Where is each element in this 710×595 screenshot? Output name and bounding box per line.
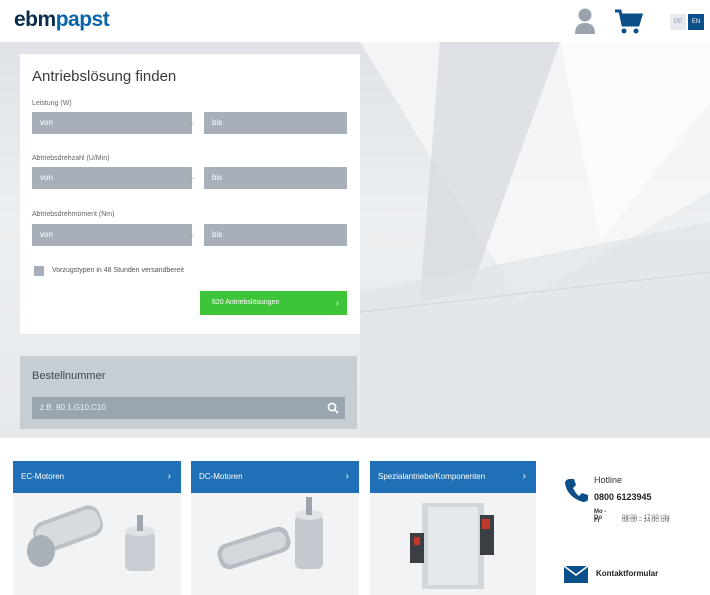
search-icon[interactable] [327,402,339,414]
logo-part2: papst [55,8,110,31]
power-from-input[interactable]: von [32,112,192,134]
tile-dc-motors[interactable]: DC-Motoren › [191,461,359,595]
chevron-right-icon: › [522,471,526,482]
tile-header[interactable]: EC-Motoren › [13,461,181,493]
order-number-panel: Bestellnummer z.B. 90.1.G10.C10 [20,356,357,429]
range-dash: – [190,232,194,239]
order-number-title: Bestellnummer [32,370,106,382]
range-dash: – [190,175,194,182]
result-button-label: 620 Antriebslösungen [212,299,280,306]
lang-en-button[interactable]: EN [688,14,704,30]
dc-motor-image [217,497,323,570]
hours-row: Fr 08:00 – 14:00 Uhr [594,518,670,524]
logo-part1: ebm [14,8,56,31]
speed-to-input[interactable]: bis [204,167,347,189]
show-results-button[interactable]: 620 Antriebslösungen › [200,291,347,315]
tile-label: Spezialantriebe/Komponenten [378,472,486,481]
speed-label: Abtriebsdrehzahl (U/Min) [32,155,110,162]
chevron-right-icon: › [167,471,171,482]
preferred-types-checkbox[interactable] [34,266,44,276]
tile-special-drives[interactable]: Spezialantriebe/Komponenten › [370,461,536,595]
hotline-number[interactable]: 0800 6123945 [594,492,652,502]
range-dash: – [190,120,194,127]
hours-time: 08:00 – 14:00 Uhr [622,518,671,524]
speed-from-input[interactable]: von [32,167,192,189]
torque-to-input[interactable]: bis [204,224,347,246]
drive-finder-panel: Antriebslösung finden Leistung (W) von –… [20,54,360,334]
header: ebmpapst DE EN [0,0,710,42]
special-drive-image [410,503,494,589]
logo[interactable]: ebmpapst [14,8,110,32]
tile-label: DC-Motoren [199,472,243,481]
tile-label: EC-Motoren [21,472,65,481]
lang-de-button[interactable]: DE [670,14,686,30]
tile-header[interactable]: DC-Motoren › [191,461,359,493]
torque-from-input[interactable]: von [32,224,192,246]
preferred-types-label: Vorzugstypen in 48 Stunden versandbereit [52,267,184,274]
user-icon[interactable] [574,7,596,35]
hotline-title: Hotline [594,475,623,485]
power-label: Leistung (W) [32,100,72,107]
torque-label: Abtriebsdrehmoment (Nm) [32,211,115,218]
tile-header[interactable]: Spezialantriebe/Komponenten › [370,461,536,493]
chevron-right-icon: › [345,471,349,482]
power-to-input[interactable]: bis [204,112,347,134]
tile-ec-motors[interactable]: EC-Motoren › [13,461,181,595]
ec-motor-image [27,505,155,571]
mail-icon[interactable] [564,566,588,583]
phone-icon [565,479,588,502]
cart-icon[interactable] [614,8,644,36]
order-number-input[interactable]: z.B. 90.1.G10.C10 [32,397,345,419]
order-number-placeholder: z.B. 90.1.G10.C10 [40,403,106,412]
hours-days: Fr [594,518,600,524]
finder-title: Antriebslösung finden [32,68,177,85]
chevron-right-icon: › [336,298,339,308]
contact-form-link[interactable]: Kontaktformular [596,569,658,578]
